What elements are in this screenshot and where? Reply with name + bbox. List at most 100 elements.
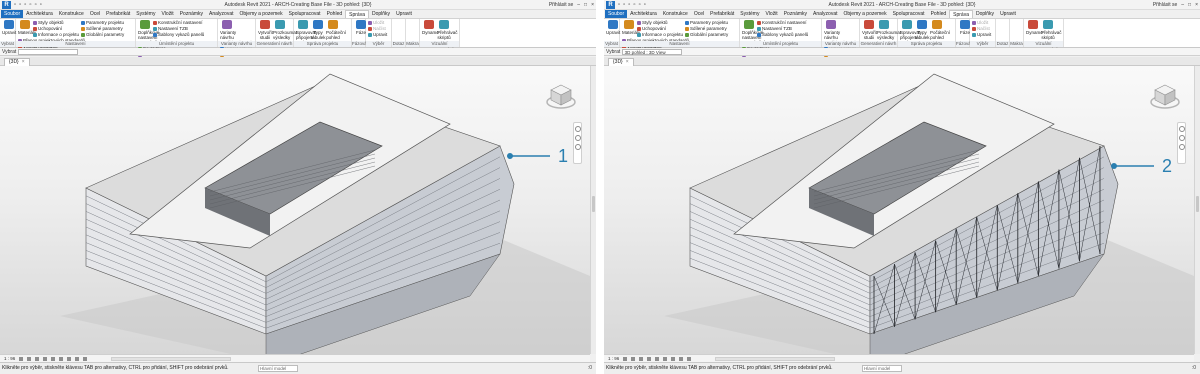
ribbon-big-button[interactable]: Varianty návrhu [824, 20, 840, 40]
tab-2[interactable]: Konstrukce [56, 10, 87, 18]
close-icon[interactable]: × [22, 59, 25, 66]
tab-9[interactable]: Objemy a pozemek [841, 10, 890, 18]
tab-3[interactable]: Ocel [691, 10, 707, 18]
maximize-icon[interactable]: □ [584, 1, 587, 9]
view-tab-3d[interactable]: {3D} × [608, 58, 634, 66]
scroll-thumb[interactable] [592, 196, 595, 212]
ribbon-big-button[interactable]: Vytvořit studii [862, 20, 877, 40]
ribbon-big-button[interactable]: Prozkoumat výsledky [273, 20, 297, 40]
shadows-icon[interactable] [43, 356, 48, 361]
ribbon-big-button[interactable]: Typy tabulek [311, 20, 326, 40]
temporary-hide-icon[interactable] [83, 356, 88, 361]
pan-icon[interactable] [574, 144, 581, 150]
ribbon-small-button[interactable]: Upravit [368, 32, 387, 38]
type-selector[interactable] [17, 48, 78, 55]
ribbon-big-button[interactable]: Varianty návrhu [220, 20, 236, 40]
tab-7[interactable]: Poznámky [177, 10, 206, 18]
tab-3[interactable]: Ocel [87, 10, 103, 18]
crop-icon[interactable] [59, 356, 64, 361]
minimize-icon[interactable]: – [577, 1, 580, 9]
lock-view-icon[interactable] [679, 356, 684, 361]
active-model-select[interactable]: Hlavní model [258, 365, 298, 372]
view-scale[interactable]: 1 : 96 [4, 355, 15, 362]
drawing-area[interactable]: 1 [0, 66, 590, 354]
shadows-icon[interactable] [647, 356, 652, 361]
ribbon-small-button[interactable]: Globální parametry [81, 32, 124, 38]
tab-10[interactable]: Spolupracovat [286, 10, 324, 18]
viewcube-icon[interactable] [546, 82, 576, 110]
tab-1[interactable]: Architektura [627, 10, 660, 18]
sign-in-link[interactable]: Přihlásit se [1153, 1, 1177, 9]
tab-7[interactable]: Poznámky [781, 10, 810, 18]
building-3d-model[interactable] [604, 66, 1194, 354]
view-scale[interactable]: 1 : 96 [608, 355, 619, 362]
tab-8[interactable]: Analyzovat [810, 10, 840, 18]
render-icon[interactable] [51, 356, 56, 361]
tab-5[interactable]: Systémy [737, 10, 762, 18]
sign-in-link[interactable]: Přihlásit se [549, 1, 573, 9]
tab-14[interactable]: Upravit [393, 10, 415, 18]
tab-13[interactable]: Doplňky [369, 10, 393, 18]
ribbon-big-button[interactable]: Typy tabulek [915, 20, 930, 40]
horizontal-scrollbar[interactable] [111, 356, 232, 361]
lock-view-icon[interactable] [75, 356, 80, 361]
ribbon-small-button[interactable]: Šablony vykazů panelů [153, 32, 204, 38]
ribbon-big-button[interactable]: Dynamo [1026, 20, 1043, 35]
tab-12[interactable]: Správa [345, 10, 369, 18]
scroll-thumb[interactable] [1196, 196, 1199, 212]
steering-wheel-icon[interactable] [1178, 126, 1185, 132]
ribbon-big-button[interactable]: Počáteční pohled [326, 20, 346, 40]
ribbon-big-button[interactable]: Vytvořit studii [258, 20, 273, 40]
close-icon[interactable]: × [1195, 1, 1198, 9]
tab-12[interactable]: Správa [949, 10, 973, 18]
crop-icon[interactable] [663, 356, 668, 361]
ribbon-big-button[interactable]: Doplňkové nastavení [138, 20, 159, 40]
steering-wheel-icon[interactable] [574, 126, 581, 132]
tab-1[interactable]: Architektura [23, 10, 56, 18]
tab-10[interactable]: Spolupracovat [890, 10, 928, 18]
ribbon-small-button[interactable]: Upravit [972, 32, 991, 38]
close-icon[interactable]: × [591, 1, 594, 9]
tab-4[interactable]: Prefabrikát [707, 10, 737, 18]
modify-select-label[interactable]: Vybrat [606, 49, 620, 55]
tab-6[interactable]: Vložit [762, 10, 780, 18]
detail-level-icon[interactable] [623, 356, 628, 361]
tab-8[interactable]: Analyzovat [206, 10, 236, 18]
tab-11[interactable]: Pohled [928, 10, 950, 18]
tab-5[interactable]: Systémy [133, 10, 158, 18]
tab-0[interactable]: Soubor [605, 10, 628, 18]
type-selector[interactable]: 3D pohled : 3D View [621, 48, 682, 55]
tab-6[interactable]: Vložit [158, 10, 176, 18]
minimize-icon[interactable]: – [1181, 1, 1184, 9]
pan-icon[interactable] [1178, 144, 1185, 150]
show-crop-icon[interactable] [67, 356, 72, 361]
temporary-hide-icon[interactable] [687, 356, 692, 361]
modify-select-label[interactable]: Vybrat [2, 49, 16, 55]
visual-style-icon[interactable] [27, 356, 32, 361]
vertical-scrollbar[interactable] [590, 66, 596, 354]
horizontal-scrollbar[interactable] [715, 356, 836, 361]
ribbon-big-button[interactable]: Upravit [606, 20, 620, 35]
tab-9[interactable]: Objemy a pozemek [237, 10, 286, 18]
visual-style-icon[interactable] [631, 356, 636, 361]
sun-path-icon[interactable] [35, 356, 40, 361]
show-crop-icon[interactable] [671, 356, 676, 361]
zoom-icon[interactable] [1178, 135, 1185, 141]
ribbon-small-button[interactable]: Globální parametry [685, 32, 728, 38]
maximize-icon[interactable]: □ [1188, 1, 1191, 9]
tab-2[interactable]: Konstrukce [660, 10, 691, 18]
viewcube-icon[interactable] [1150, 82, 1180, 110]
render-icon[interactable] [655, 356, 660, 361]
sun-path-icon[interactable] [639, 356, 644, 361]
vertical-scrollbar[interactable] [1194, 66, 1200, 354]
ribbon-big-button[interactable]: Počáteční pohled [930, 20, 950, 40]
ribbon-big-button[interactable]: Prozkoumat výsledky [877, 20, 901, 40]
ribbon-big-button[interactable]: Upravit [2, 20, 16, 35]
tab-0[interactable]: Soubor [1, 10, 24, 18]
tab-4[interactable]: Prefabrikát [103, 10, 133, 18]
zoom-icon[interactable] [574, 135, 581, 141]
ribbon-big-button[interactable]: Materiály [622, 20, 640, 35]
detail-level-icon[interactable] [19, 356, 24, 361]
drawing-area[interactable]: 2 [604, 66, 1194, 354]
building-3d-model[interactable] [0, 66, 590, 354]
